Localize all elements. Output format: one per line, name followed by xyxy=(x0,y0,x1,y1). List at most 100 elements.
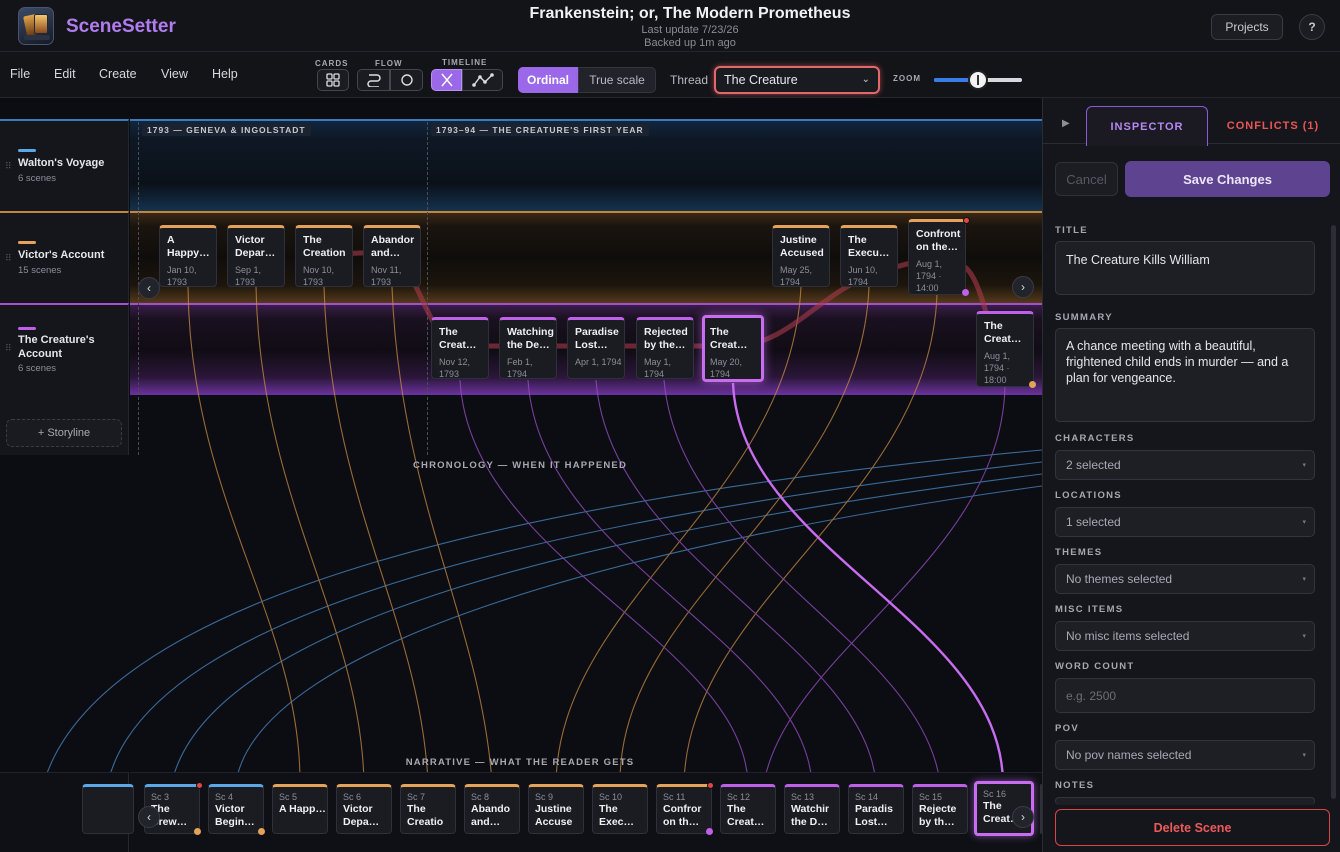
scene-title: Rejected by the… xyxy=(644,326,688,351)
scene-title: The Creat… xyxy=(984,320,1022,345)
projects-button[interactable]: Projects xyxy=(1211,14,1283,40)
notes-field-label: NOTES xyxy=(1055,780,1095,791)
scene-card[interactable]: Rejected by the… May 1, 1794 xyxy=(636,317,694,379)
conflict-indicator xyxy=(707,782,714,789)
misc-items-select[interactable]: No misc items selected ▾ xyxy=(1055,621,1315,651)
scene-card[interactable]: Confront on the… Aug 1, 1794 · 14:00 xyxy=(908,219,966,295)
creature-thread xyxy=(459,379,749,783)
scene-number: Sc 15 xyxy=(919,792,943,802)
scene-number: Sc 8 xyxy=(471,792,490,802)
narrative-card[interactable]: Sc 12 The Creat… xyxy=(720,784,776,834)
themes-field-label: THEMES xyxy=(1055,547,1103,558)
scroll-right-button[interactable]: › xyxy=(1012,276,1034,298)
scene-number: Sc 5 xyxy=(279,792,298,802)
scene-card[interactable]: Paradise Lost… Apr 1, 1794 xyxy=(567,317,625,379)
scene-date: Nov 12, 1793 xyxy=(439,357,471,379)
victor-thread xyxy=(255,286,365,783)
scene-card[interactable]: The Creat… Nov 12, 1793 xyxy=(431,317,489,379)
collapse-panel-icon[interactable]: ▶ xyxy=(1062,118,1070,129)
pov-select[interactable]: No pov names selected ▾ xyxy=(1055,740,1315,770)
word-count-input[interactable]: e.g. 2500 xyxy=(1055,678,1315,713)
scene-title: A Happy… xyxy=(167,234,210,259)
thread-link-dot xyxy=(258,828,265,835)
scene-title: Watchir the D… xyxy=(791,803,830,828)
narrative-card[interactable] xyxy=(82,784,134,834)
narrative-scroll-right-button[interactable]: › xyxy=(1012,806,1034,828)
scene-card[interactable]: Watching the De… Feb 1, 1794 xyxy=(499,317,557,379)
misc-items-field-label: MISC ITEMS xyxy=(1055,604,1124,615)
scene-date: May 20, 1794 xyxy=(710,357,743,379)
thread-link-dot xyxy=(1029,381,1036,388)
characters-select[interactable]: 2 selected ▾ xyxy=(1055,450,1315,480)
themes-select[interactable]: No themes selected ▾ xyxy=(1055,564,1315,594)
scene-card[interactable]: Justine Accused May 25, 1794 xyxy=(772,225,830,287)
narrative-label: NARRATIVE — WHAT THE READER GETS xyxy=(405,757,635,768)
narrative-card[interactable]: Sc 6 Victor Depa… xyxy=(336,784,392,834)
save-changes-button[interactable]: Save Changes xyxy=(1125,161,1330,197)
summary-field[interactable]: A chance meeting with a beautiful, frigh… xyxy=(1055,328,1315,422)
narrative-scroll-left-button[interactable]: ‹ xyxy=(138,806,160,828)
scene-card-selected[interactable]: The Creat… May 20, 1794 xyxy=(702,315,764,382)
narrative-card[interactable]: Sc 8 Abando and… xyxy=(464,784,520,834)
chevron-down-icon: ▾ xyxy=(1302,462,1306,469)
scene-card[interactable]: The Execu… Jun 10, 1794 xyxy=(840,225,898,287)
narrative-card[interactable]: Sc 10 The Exec… xyxy=(592,784,648,834)
chevron-down-icon: ▾ xyxy=(1302,576,1306,583)
inspector-scrollbar[interactable] xyxy=(1331,225,1336,799)
scene-number: Sc 14 xyxy=(855,792,879,802)
walton-thread xyxy=(171,473,1042,783)
scene-title: The Creation xyxy=(303,234,346,259)
narrative-card[interactable]: Sc 5A Happ… xyxy=(272,784,328,834)
walton-thread xyxy=(235,485,1042,783)
delete-scene-button[interactable]: Delete Scene xyxy=(1055,809,1330,846)
scene-card[interactable]: Abandor and… Nov 11, 1793 xyxy=(363,225,421,287)
scene-title: Rejecte by th… xyxy=(919,803,957,828)
scene-title: Confront on the… xyxy=(916,228,961,253)
scene-title: Abando and… xyxy=(471,803,511,828)
cancel-button[interactable]: Cancel xyxy=(1055,162,1118,196)
scene-number: Sc 7 xyxy=(407,792,426,802)
narrative-card[interactable]: Sc 15 Rejecte by th… xyxy=(912,784,968,834)
scene-title: Victor Depa… xyxy=(343,803,380,828)
scene-card[interactable]: A Happy… Jan 10, 1793 xyxy=(159,225,217,287)
scene-title: Paradis Lost… xyxy=(855,803,893,828)
scene-card[interactable]: Victor Depar… Sep 1, 1793 xyxy=(227,225,285,287)
conflict-indicator xyxy=(196,782,203,789)
tab-inspector[interactable]: INSPECTOR xyxy=(1086,106,1208,146)
narrative-card[interactable]: Sc 14 Paradis Lost… xyxy=(848,784,904,834)
help-button[interactable]: ? xyxy=(1299,14,1325,40)
scene-title: The Creat… xyxy=(710,326,748,351)
scene-card[interactable]: The Creat… Aug 1, 1794 · 18:00 xyxy=(976,311,1034,387)
creature-thread xyxy=(527,379,813,783)
scene-number: Sc 16 xyxy=(983,789,1007,799)
scene-card[interactable]: The Creation Nov 10, 1793 xyxy=(295,225,353,287)
scene-date: Nov 10, 1793 xyxy=(303,265,335,287)
scene-date: Feb 1, 1794 xyxy=(507,357,533,379)
scene-title: The Exec… xyxy=(599,803,635,828)
narrative-card[interactable]: Sc 9 Justine Accuse xyxy=(528,784,584,834)
title-field[interactable]: The Creature Kills William xyxy=(1055,241,1315,295)
word-count-field-label: WORD COUNT xyxy=(1055,661,1135,672)
summary-field-label: SUMMARY xyxy=(1055,312,1113,323)
scene-title: Justine Accused xyxy=(780,234,824,259)
thread-link-dot xyxy=(194,828,201,835)
scene-title: Watching the De… xyxy=(507,326,554,351)
locations-select[interactable]: 1 selected ▾ xyxy=(1055,507,1315,537)
victor-thread xyxy=(187,286,301,783)
characters-select-value: 2 selected xyxy=(1066,458,1121,472)
scene-number: Sc 4 xyxy=(215,792,234,802)
narrative-card[interactable]: Sc 13 Watchir the D… xyxy=(784,784,840,834)
scene-date: Jun 10, 1794 xyxy=(848,265,878,287)
notes-field[interactable] xyxy=(1055,797,1315,805)
locations-field-label: LOCATIONS xyxy=(1055,490,1122,501)
narrative-card[interactable]: Sc 4 Victor Begin… xyxy=(208,784,264,834)
misc-items-select-value: No misc items selected xyxy=(1066,629,1190,643)
narrative-card[interactable]: Sc 7 The Creatio xyxy=(400,784,456,834)
narrative-card[interactable]: Sc 11 Confror on th… xyxy=(656,784,712,834)
tab-conflicts[interactable]: CONFLICTS (1) xyxy=(1212,106,1334,146)
scene-title: A Happ… xyxy=(279,803,326,815)
scene-date: Apr 1, 1794 xyxy=(575,357,622,367)
thread-link-dot xyxy=(706,828,713,835)
scene-number: Sc 9 xyxy=(535,792,554,802)
scroll-left-button[interactable]: ‹ xyxy=(138,277,160,299)
